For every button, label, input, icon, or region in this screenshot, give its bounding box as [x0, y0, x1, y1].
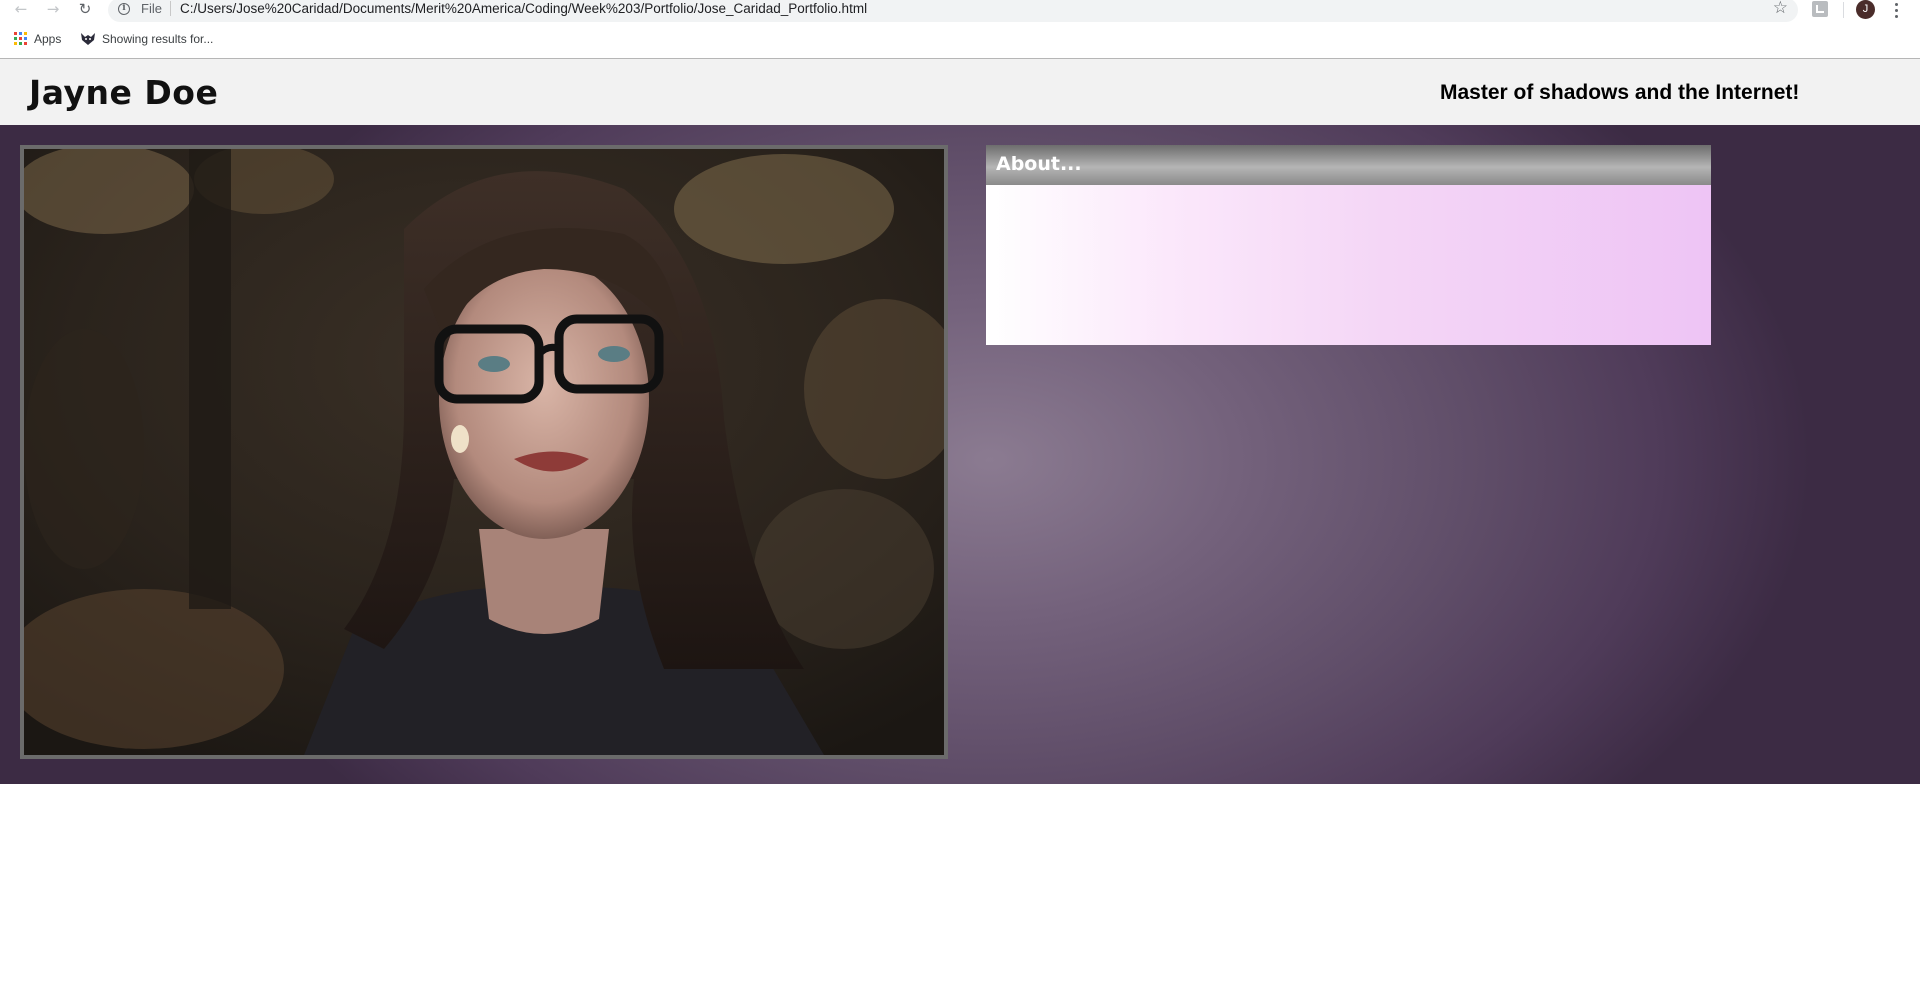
toolbar-divider: [1843, 2, 1844, 18]
bookmark-label: Showing results for...: [102, 32, 214, 46]
url-text[interactable]: C:/Users/Jose%20Caridad/Documents/Merit%…: [180, 0, 867, 17]
site-header: Jayne Doe Master of shadows and the Inte…: [0, 59, 1920, 125]
menu-icon[interactable]: [1890, 1, 1902, 19]
profile-avatar[interactable]: J: [1856, 0, 1875, 19]
bookmark-apps[interactable]: Apps: [14, 31, 61, 47]
arrow-right-icon: →: [46, 0, 60, 18]
portrait-frame: [20, 145, 948, 759]
reload-button[interactable]: ↻: [74, 0, 96, 18]
tagline: Master of shadows and the Internet!: [1440, 81, 1800, 104]
about-card: About...: [986, 145, 1711, 345]
pdf-extension-icon[interactable]: [1812, 1, 1828, 17]
about-body: [986, 185, 1711, 345]
wolf-icon: [81, 33, 95, 45]
about-heading: About...: [986, 145, 1711, 185]
apps-grid-icon: [14, 32, 28, 46]
site-name: Jayne Doe: [29, 73, 219, 112]
star-icon[interactable]: ☆: [1773, 0, 1788, 18]
portrait-photo: [24, 149, 944, 755]
forward-button[interactable]: →: [42, 0, 64, 18]
browser-toolbar: ← → ↻ i File C:/Users/Jose%20Caridad/Doc…: [0, 0, 1920, 22]
info-icon[interactable]: i: [118, 3, 130, 15]
arrow-left-icon: ←: [14, 0, 28, 18]
bookmark-showing-results[interactable]: Showing results for...: [80, 31, 213, 47]
scheme-label: File: [141, 1, 171, 16]
back-button[interactable]: ←: [10, 0, 32, 18]
reload-icon: ↻: [78, 0, 92, 18]
hero-section: About...: [0, 125, 1920, 784]
address-bar[interactable]: i File C:/Users/Jose%20Caridad/Documents…: [108, 0, 1798, 22]
bookmark-label: Apps: [34, 32, 62, 46]
bookmarks-bar: Apps Showing results for...: [0, 28, 1920, 50]
